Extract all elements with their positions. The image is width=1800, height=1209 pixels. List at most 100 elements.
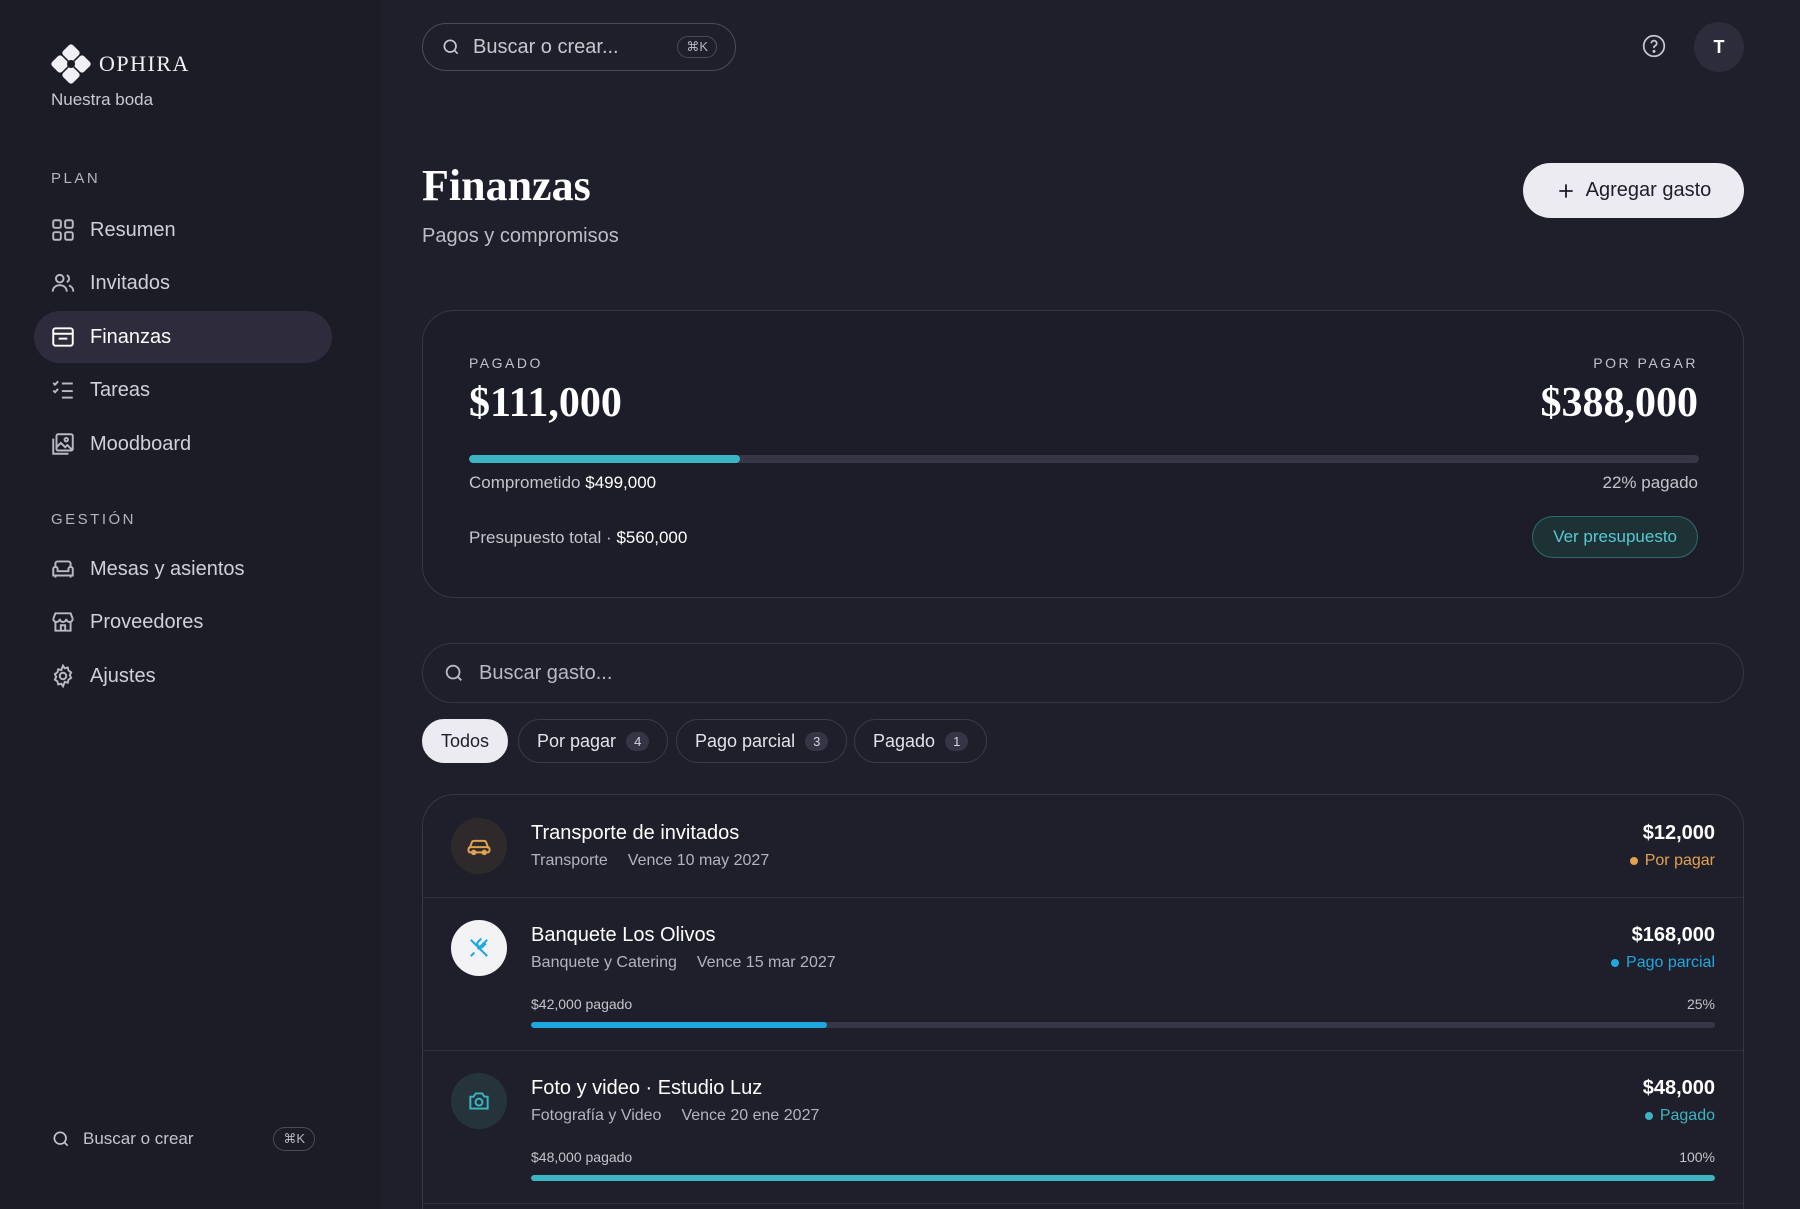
sofa-icon bbox=[50, 556, 76, 582]
search-icon bbox=[441, 37, 461, 57]
filter-todos[interactable]: Todos bbox=[422, 719, 509, 763]
paid-progress-bar bbox=[469, 455, 1699, 463]
status-badge: Por pagar bbox=[1629, 852, 1715, 870]
status-label: Pago parcial bbox=[1626, 954, 1715, 971]
global-search-placeholder: Buscar o crear... bbox=[473, 35, 619, 58]
status-badge: Pago parcial bbox=[1611, 954, 1715, 972]
filter-label: Por pagar bbox=[537, 730, 617, 751]
finance-summary-card: PAGADO $111,000 POR PAGAR $388,000 Compr… bbox=[422, 310, 1744, 598]
add-expense-label: Agregar gasto bbox=[1585, 179, 1712, 201]
car-icon bbox=[451, 818, 507, 874]
status-label: Pagado bbox=[1659, 1107, 1715, 1124]
sidebar-item-label: Resumen bbox=[90, 218, 176, 241]
plus-icon bbox=[1556, 181, 1576, 201]
expense-due-date: Vence 20 ene 2027 bbox=[681, 1107, 820, 1124]
wallet-icon bbox=[50, 324, 76, 350]
budget-label: Presupuesto total · bbox=[469, 528, 612, 547]
ophira-logo-icon bbox=[51, 44, 91, 84]
paid-label: PAGADO bbox=[469, 355, 543, 371]
paid-percent-label: 25% bbox=[1686, 996, 1715, 1012]
shortcut-badge: ⌘K bbox=[273, 1127, 315, 1151]
add-expense-button[interactable]: Agregar gasto bbox=[1523, 163, 1744, 218]
view-budget-button[interactable]: Ver presupuesto bbox=[1532, 516, 1698, 558]
filter-label: Pago parcial bbox=[695, 730, 796, 751]
avatar[interactable]: T bbox=[1694, 22, 1744, 72]
sidebar-item-label: Proveedores bbox=[90, 610, 204, 633]
expense-meta: Transporte Vence 10 may 2027 bbox=[531, 852, 769, 870]
filter-pago-parcial[interactable]: Pago parcial 3 bbox=[676, 719, 848, 763]
expense-title: Banquete Los Olivos bbox=[531, 924, 716, 946]
sidebar-item-finanzas[interactable]: Finanzas bbox=[34, 311, 332, 363]
sidebar-item-ajustes[interactable]: Ajustes bbox=[34, 650, 332, 702]
sidebar-item-tareas[interactable]: Tareas bbox=[34, 364, 332, 416]
expense-amount: $12,000 bbox=[1642, 822, 1715, 844]
expense-amount: $48,000 bbox=[1642, 1077, 1715, 1099]
page-title: Finanzas bbox=[422, 161, 591, 210]
paid-progress-fill bbox=[469, 455, 740, 463]
filter-label: Todos bbox=[441, 730, 490, 751]
budget-text: Presupuesto total · $560,000 bbox=[469, 528, 687, 548]
sidebar-item-moodboard[interactable]: Moodboard bbox=[34, 418, 332, 470]
expense-list: Transporte de invitados Transporte Vence… bbox=[422, 794, 1744, 1209]
sidebar-item-mesas[interactable]: Mesas y asientos bbox=[34, 543, 332, 595]
expense-progress-bar bbox=[531, 1022, 1715, 1028]
expense-search-input[interactable]: Buscar gasto... bbox=[422, 643, 1744, 703]
brand-logo[interactable]: OPHIRA bbox=[51, 44, 190, 84]
sidebar-item-resumen[interactable]: Resumen bbox=[34, 204, 332, 256]
status-badge: Pagado bbox=[1644, 1107, 1715, 1125]
filter-count: 3 bbox=[805, 731, 829, 751]
store-icon bbox=[50, 609, 76, 635]
sidebar-search-label: Buscar o crear bbox=[83, 1129, 194, 1148]
expense-progress-fill bbox=[531, 1175, 1715, 1181]
search-icon bbox=[443, 662, 465, 684]
expense-row[interactable]: Transporte de invitados Transporte Vence… bbox=[423, 795, 1743, 898]
expense-category: Fotografía y Video bbox=[531, 1107, 662, 1124]
paid-percent-label: 100% bbox=[1679, 1149, 1715, 1165]
checklist-icon bbox=[50, 377, 76, 403]
expense-title: Foto y video · Estudio Luz bbox=[531, 1077, 763, 1099]
expense-meta: Banquete y Catering Vence 15 mar 2027 bbox=[531, 954, 836, 972]
expense-category: Banquete y Catering bbox=[531, 954, 677, 971]
expense-due-date: Vence 10 may 2027 bbox=[627, 852, 770, 869]
help-icon[interactable] bbox=[1641, 33, 1667, 59]
expense-title: Transporte de invitados bbox=[531, 822, 740, 844]
sidebar-item-label: Moodboard bbox=[90, 432, 192, 455]
filter-count: 1 bbox=[945, 731, 969, 751]
pending-value: $388,000 bbox=[1540, 380, 1699, 426]
expense-progress-bar bbox=[531, 1175, 1715, 1181]
committed-value: $499,000 bbox=[585, 473, 657, 492]
expense-meta: Fotografía y Video Vence 20 ene 2027 bbox=[531, 1107, 819, 1125]
users-icon bbox=[50, 270, 76, 296]
search-icon bbox=[51, 1129, 71, 1149]
sidebar-item-label: Tareas bbox=[90, 378, 151, 401]
expense-due-date: Vence 15 mar 2027 bbox=[696, 954, 836, 971]
paid-percent: 22% pagado bbox=[1602, 473, 1698, 492]
filter-por-pagar[interactable]: Por pagar 4 bbox=[518, 719, 669, 763]
status-dot bbox=[1611, 959, 1620, 967]
grid-icon bbox=[50, 217, 76, 243]
gear-icon bbox=[50, 663, 76, 689]
expense-row[interactable]: Banquete Los Olivos Banquete y Catering … bbox=[423, 898, 1743, 1051]
sidebar-search-button[interactable]: Buscar o crear ⌘K bbox=[51, 1127, 315, 1151]
committed-text: Comprometido $499,000 bbox=[469, 473, 656, 493]
status-dot bbox=[1629, 857, 1638, 865]
camera-icon bbox=[451, 1073, 507, 1129]
expense-amount: $168,000 bbox=[1631, 924, 1715, 946]
brand-name: OPHIRA bbox=[99, 51, 190, 76]
budget-value: $560,000 bbox=[616, 528, 688, 547]
committed-label: Comprometido bbox=[469, 473, 581, 492]
paid-value: $111,000 bbox=[469, 380, 622, 426]
expense-search-placeholder: Buscar gasto... bbox=[479, 661, 613, 684]
sidebar-item-invitados[interactable]: Invitados bbox=[34, 257, 332, 309]
shortcut-badge: ⌘K bbox=[677, 36, 717, 58]
status-dot bbox=[1644, 1112, 1653, 1120]
expense-progress-fill bbox=[531, 1022, 827, 1028]
image-gallery-icon bbox=[50, 431, 76, 457]
page-subtitle: Pagos y compromisos bbox=[422, 225, 619, 247]
sidebar-item-proveedores[interactable]: Proveedores bbox=[34, 596, 332, 648]
expense-row[interactable]: Foto y video · Estudio Luz Fotografía y … bbox=[423, 1051, 1743, 1204]
filter-count: 4 bbox=[626, 731, 650, 751]
global-search-input[interactable]: Buscar o crear... ⌘K bbox=[422, 23, 736, 71]
filter-pagado[interactable]: Pagado 1 bbox=[854, 719, 988, 763]
paid-amount-label: $48,000 pagado bbox=[531, 1149, 633, 1165]
